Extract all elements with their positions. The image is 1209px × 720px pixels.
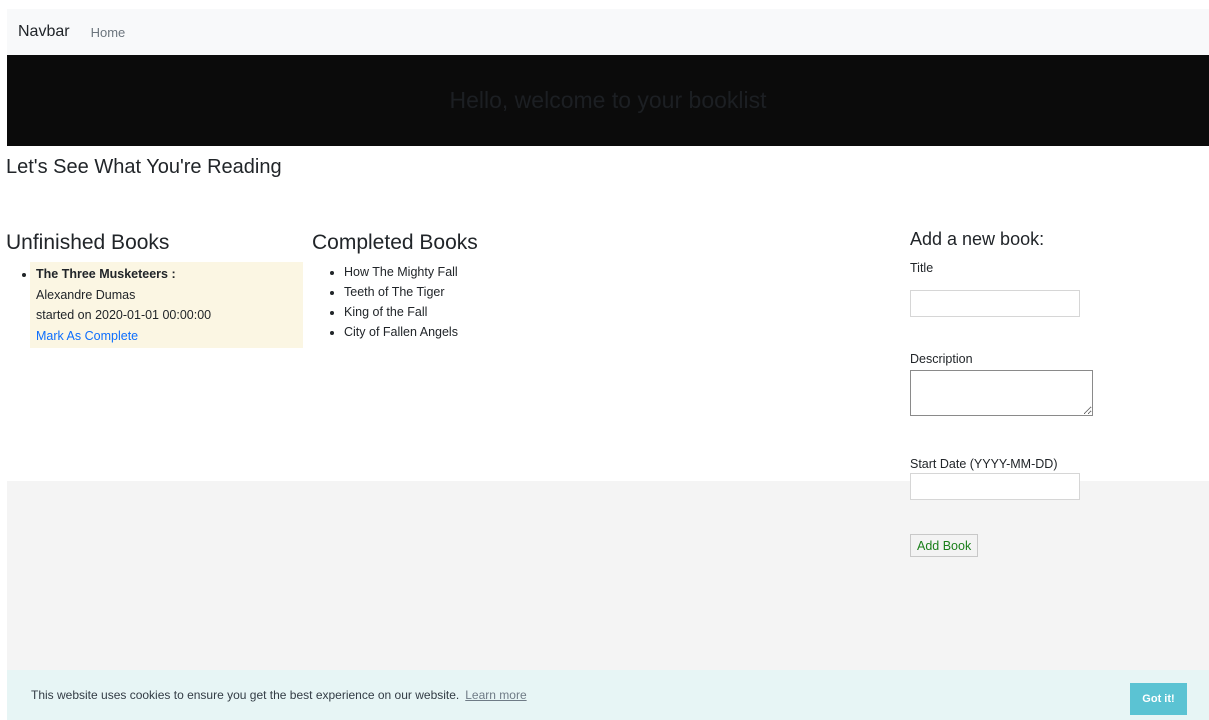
add-book-button[interactable]: Add Book: [910, 534, 979, 557]
title-input[interactable]: [910, 290, 1080, 317]
start-date-label: Start Date (YYYY-MM-DD): [910, 457, 1058, 471]
add-book-heading: Add a new book:: [910, 229, 1045, 249]
title-label: Title: [910, 261, 934, 275]
hero-banner: Hello, welcome to your booklist: [7, 55, 1209, 146]
completed-books-heading: Completed Books: [312, 231, 478, 254]
learn-more-link[interactable]: Learn more: [465, 688, 526, 702]
page: Navbar Home Hello, welcome to your bookl…: [0, 0, 1209, 720]
description-label: Description: [910, 352, 973, 366]
list-item: How The Mighty Fall: [344, 262, 612, 282]
navbar: Navbar Home: [7, 9, 1209, 55]
cookie-accept-button[interactable]: Got it!: [1130, 683, 1187, 715]
list-item: The Three Musketeers : Alexandre Dumas s…: [30, 262, 308, 348]
list-item: King of the Fall: [344, 302, 612, 322]
mark-as-complete-link[interactable]: Mark As Complete: [36, 329, 138, 343]
list-item: Teeth of The Tiger: [344, 282, 612, 302]
cookie-message: This website uses cookies to ensure you …: [31, 688, 460, 702]
book-title: The Three Musketeers :: [36, 267, 176, 281]
completed-books-section: Completed Books How The Mighty Fall Teet…: [312, 231, 612, 342]
description-textarea[interactable]: [910, 370, 1093, 416]
book-start-date: started on 2020-01-01 00:00:00: [36, 308, 212, 322]
nav-link-home[interactable]: Home: [91, 25, 126, 40]
list-item: City of Fallen Angels: [344, 322, 612, 342]
start-date-input[interactable]: [910, 473, 1080, 500]
cookie-consent-bar: This website uses cookies to ensure you …: [7, 670, 1209, 720]
unfinished-books-section: Unfinished Books The Three Musketeers : …: [6, 231, 308, 348]
navbar-brand[interactable]: Navbar: [18, 23, 70, 41]
add-book-form: Add a new book: Title Description Start …: [910, 229, 1160, 557]
page-subtitle: Let's See What You're Reading: [6, 156, 282, 178]
completed-books-list: How The Mighty Fall Teeth of The Tiger K…: [312, 262, 612, 342]
unfinished-book-card: The Three Musketeers : Alexandre Dumas s…: [30, 262, 303, 348]
hero-title: Hello, welcome to your booklist: [449, 87, 767, 113]
unfinished-books-heading: Unfinished Books: [6, 231, 170, 254]
unfinished-books-list: The Three Musketeers : Alexandre Dumas s…: [6, 262, 308, 348]
book-author: Alexandre Dumas: [36, 287, 136, 302]
